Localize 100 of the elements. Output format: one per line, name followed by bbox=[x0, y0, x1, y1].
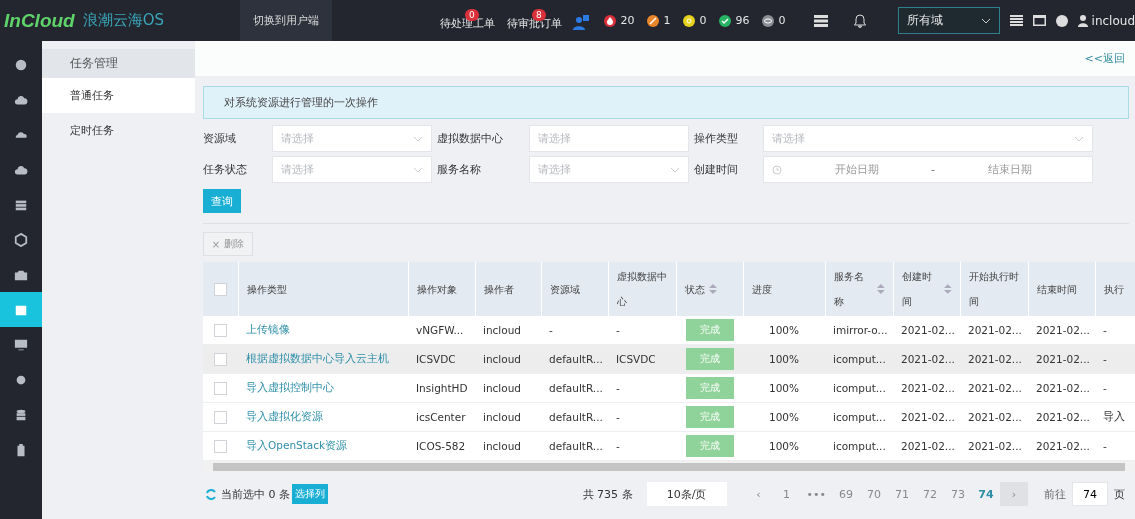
filter-label: 任务状态 bbox=[203, 162, 248, 177]
cube-icon bbox=[14, 232, 28, 247]
input-field[interactable]: 请选择 bbox=[528, 125, 689, 152]
table-cell-text: 2021-02... bbox=[900, 410, 956, 425]
task-link[interactable]: 上传镜像 bbox=[238, 316, 408, 344]
submenu-item[interactable]: 普通任务 bbox=[42, 78, 195, 113]
choose-columns-button[interactable]: 选择列 bbox=[292, 484, 328, 504]
clock-icon bbox=[772, 164, 782, 175]
status-badge: 完成 bbox=[685, 406, 734, 428]
table-cell-text: InsightHD bbox=[415, 381, 469, 396]
submenu-item[interactable]: 定时任务 bbox=[42, 113, 195, 148]
select-field[interactable]: 请选择 bbox=[272, 125, 433, 152]
select-field[interactable]: 请选择 bbox=[528, 156, 689, 183]
select-all-checkbox[interactable] bbox=[214, 282, 227, 296]
column-header: 开始执行时间 bbox=[969, 270, 1020, 309]
table-cell-text: incloud bbox=[482, 352, 522, 367]
back-link[interactable]: <<返回 bbox=[1084, 51, 1125, 66]
chevron-down-icon bbox=[413, 166, 424, 173]
task-link[interactable]: 导入虚拟控制中心 bbox=[238, 374, 408, 402]
bell-icon[interactable] bbox=[853, 13, 866, 28]
column-header: 结束时间 bbox=[1037, 282, 1077, 297]
table-cell-text: icomput... bbox=[832, 352, 887, 367]
page-button[interactable]: 1 bbox=[772, 482, 801, 506]
table-cell-text: - bbox=[1102, 352, 1108, 367]
row-checkbox[interactable] bbox=[214, 381, 227, 395]
row-checkbox[interactable] bbox=[214, 439, 227, 453]
table-cell-text: incloud bbox=[482, 323, 522, 338]
table-cell-text: 2021-02... bbox=[967, 381, 1023, 396]
domain-select[interactable]: 所有域 bbox=[897, 7, 1000, 34]
task-link[interactable]: 根据虚拟数据中心导入云主机 bbox=[238, 345, 408, 373]
status-badge: 完成 bbox=[685, 348, 734, 370]
table-cell-text: 100% bbox=[768, 352, 800, 367]
table-cell-text: incloud bbox=[482, 381, 522, 396]
scrollbar[interactable] bbox=[203, 461, 1135, 473]
table-cell-text: 2021-02... bbox=[1035, 352, 1091, 367]
row-checkbox[interactable] bbox=[214, 410, 227, 424]
table-cell-text: - bbox=[615, 381, 621, 396]
task-link[interactable]: 导入OpenStack资源 bbox=[238, 432, 408, 460]
table-cell-text: 2021-02... bbox=[900, 323, 956, 338]
table-cell-text: vNGFW... bbox=[415, 323, 465, 338]
status-badge: 完成 bbox=[685, 377, 734, 399]
page-button[interactable]: 72 bbox=[916, 482, 944, 506]
alert-count: 1 bbox=[663, 14, 671, 27]
sort-icon[interactable] bbox=[877, 284, 885, 294]
table-cell-text: 100% bbox=[768, 439, 800, 454]
table-cell-text: 2021-02... bbox=[1035, 381, 1091, 396]
select-field[interactable]: 请选择 bbox=[763, 125, 1093, 152]
table-cell-text: defaultR... bbox=[548, 410, 604, 425]
column-header: 进度 bbox=[752, 282, 772, 297]
server-icon[interactable] bbox=[813, 14, 828, 27]
column-header: 服务名称 bbox=[834, 270, 865, 309]
table-cell-text: 100% bbox=[768, 381, 800, 396]
page-button[interactable]: 70 bbox=[860, 482, 888, 506]
column-header: 创建时间 bbox=[902, 270, 933, 309]
table-cell-text: 100% bbox=[768, 410, 800, 425]
page-button[interactable]: 73 bbox=[944, 482, 972, 506]
table-cell-text: - bbox=[615, 439, 621, 454]
page-button[interactable]: 69 bbox=[832, 482, 860, 506]
column-header: 资源域 bbox=[550, 282, 580, 297]
table-cell-text: 2021-02... bbox=[1035, 323, 1091, 338]
select-field[interactable]: 请选择 bbox=[272, 156, 433, 183]
page-button[interactable]: 71 bbox=[888, 482, 916, 506]
page-button[interactable]: 74 bbox=[972, 482, 1000, 506]
table-cell-text: incloud bbox=[482, 410, 522, 425]
list-icon[interactable] bbox=[1009, 15, 1023, 26]
table-cell-text: defaultR... bbox=[548, 352, 604, 367]
row-checkbox[interactable] bbox=[214, 352, 227, 366]
next-page-button[interactable]: › bbox=[1000, 482, 1028, 506]
switch-button[interactable]: 切换到用户端 bbox=[240, 0, 332, 41]
row-checkbox[interactable] bbox=[214, 323, 227, 337]
column-header: 操作对象 bbox=[417, 282, 457, 297]
window-icon[interactable] bbox=[1032, 15, 1046, 26]
table-cell-text: 2021-02... bbox=[900, 439, 956, 454]
chevron-down-icon bbox=[669, 166, 680, 173]
prev-page-button[interactable]: ‹ bbox=[744, 482, 773, 506]
user-icon bbox=[1077, 14, 1088, 27]
sort-icon[interactable] bbox=[709, 284, 717, 294]
logo: InCloud bbox=[4, 9, 75, 32]
task-link[interactable]: 导入虚拟化资源 bbox=[238, 403, 408, 431]
goto-input[interactable]: 74 bbox=[1072, 482, 1108, 506]
date-range-field[interactable]: 开始日期 - 结束日期 bbox=[763, 156, 1093, 183]
table-cell-text: 2021-02... bbox=[967, 439, 1023, 454]
page-size-select[interactable]: 10条/页 bbox=[646, 482, 727, 506]
sort-icon[interactable] bbox=[944, 284, 952, 294]
user-name[interactable]: incloud bbox=[1091, 13, 1135, 28]
alert-count: 0 bbox=[778, 14, 786, 27]
refresh-icon[interactable] bbox=[205, 488, 217, 500]
table-cell-text: ICOS-582 bbox=[415, 439, 467, 454]
table-cell-text: icomput... bbox=[832, 410, 887, 425]
filter-label: 虚拟数据中心 bbox=[437, 131, 505, 146]
table-cell-text: defaultR... bbox=[548, 381, 604, 396]
column-header: 操作者 bbox=[484, 282, 514, 297]
table-cell-text: ICSVDC bbox=[615, 352, 657, 367]
alert-count: 96 bbox=[735, 14, 750, 27]
table-cell-text: defaultR... bbox=[548, 439, 604, 454]
filter-label: 服务名称 bbox=[437, 162, 483, 177]
table-cell-text: - bbox=[615, 410, 621, 425]
page-button[interactable]: ••• bbox=[800, 482, 832, 506]
column-header: 执行 bbox=[1104, 282, 1124, 297]
query-button[interactable]: 查询 bbox=[203, 189, 241, 213]
